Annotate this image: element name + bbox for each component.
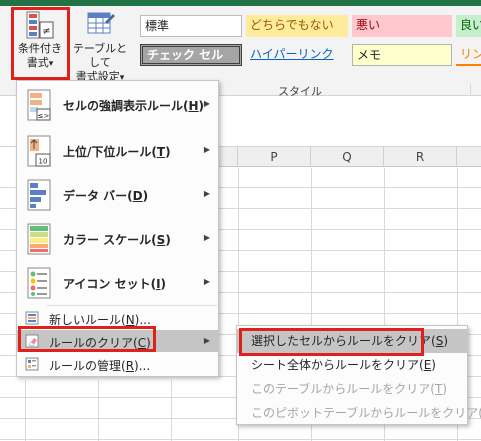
cell-style-bad[interactable]: 悪い	[352, 15, 452, 37]
submenu-arrow-icon: ▶	[203, 99, 210, 108]
submenu-arrow-icon: ▶	[203, 336, 210, 345]
submenu-arrow-icon: ▶	[203, 189, 210, 198]
icon-sets-icon	[27, 267, 51, 299]
submenu-item-clear-this-table: このテーブルからルールをクリア(T)	[251, 382, 447, 396]
highlight-cells-rules-icon: ≤>	[27, 89, 51, 121]
submenu-item-clear-this-pivot-table: このピボットテーブルからルールをクリア(P)	[251, 406, 481, 420]
top-bottom-rules-icon: 10	[27, 135, 51, 167]
submenu-arrow-icon: ▶	[203, 233, 210, 242]
svg-text:10: 10	[39, 158, 48, 166]
menu-item-manage-rules[interactable]: ルールの管理(R)...	[17, 353, 218, 375]
cell-style-check-cell[interactable]: チェック セル	[140, 44, 242, 66]
cell-style-neutral[interactable]: どちらでもない	[246, 15, 348, 37]
menu-item-label: 上位/下位ルール(T)	[63, 145, 171, 159]
color-scales-icon	[27, 223, 51, 255]
cell-style-note[interactable]: メモ	[352, 44, 452, 66]
menu-item-label: データ バー(D)	[63, 189, 149, 203]
menu-item-label: カラー スケール(S)	[63, 233, 171, 247]
new-rule-icon	[25, 311, 39, 325]
group-separator	[470, 84, 471, 94]
column-header-r[interactable]: R	[384, 147, 457, 167]
menu-item-label: ルールの管理(R)...	[49, 359, 151, 373]
format-as-table-button[interactable]: テーブルとして 書式設定▾	[68, 10, 132, 83]
column-header-q[interactable]: Q	[311, 147, 384, 167]
submenu-arrow-icon: ▶	[203, 277, 210, 286]
submenu-arrow-icon: ▶	[203, 145, 210, 154]
cell-style-normal[interactable]: 標準	[140, 15, 242, 37]
svg-text:≤>: ≤>	[38, 112, 50, 120]
format-as-table-icon	[85, 10, 115, 38]
cell-style-linked-cell[interactable]: リン	[456, 44, 481, 66]
conditional-formatting-highlight-frame	[11, 7, 70, 80]
menu-item-label: アイコン セット(I)	[63, 277, 167, 291]
menu-item-icon-sets[interactable]: アイコン セット(I) ▶	[17, 261, 218, 305]
cell-style-good[interactable]: 良い	[456, 15, 481, 37]
data-bars-icon	[27, 179, 51, 211]
menu-item-highlight-cells-rules[interactable]: ≤> セルの強調表示ルール(H) ▶	[17, 83, 218, 127]
menu-item-top-bottom-rules[interactable]: 10 上位/下位ルール(T) ▶	[17, 129, 218, 173]
menu-item-label: セルの強調表示ルール(H)	[63, 99, 205, 113]
column-header-p[interactable]: P	[238, 147, 311, 167]
submenu-item-clear-entire-sheet[interactable]: シート全体からルールをクリア(E)	[237, 353, 467, 377]
menu-item-color-scales[interactable]: カラー スケール(S) ▶	[17, 217, 218, 261]
menu-separator	[47, 305, 217, 306]
manage-rules-icon	[25, 357, 39, 371]
paste-area-fragment	[0, 20, 8, 70]
column-header-blank	[218, 147, 238, 167]
column-header-s[interactable]	[457, 147, 481, 167]
cell-style-hyperlink[interactable]: ハイパーリンク	[246, 44, 348, 66]
menu-item-data-bars[interactable]: データ バー(D) ▶	[17, 173, 218, 217]
clear-rules-highlight-frame	[18, 326, 156, 352]
clear-selected-cells-highlight-frame	[239, 328, 424, 356]
format-as-table-label-1: テーブルとして	[72, 42, 128, 69]
